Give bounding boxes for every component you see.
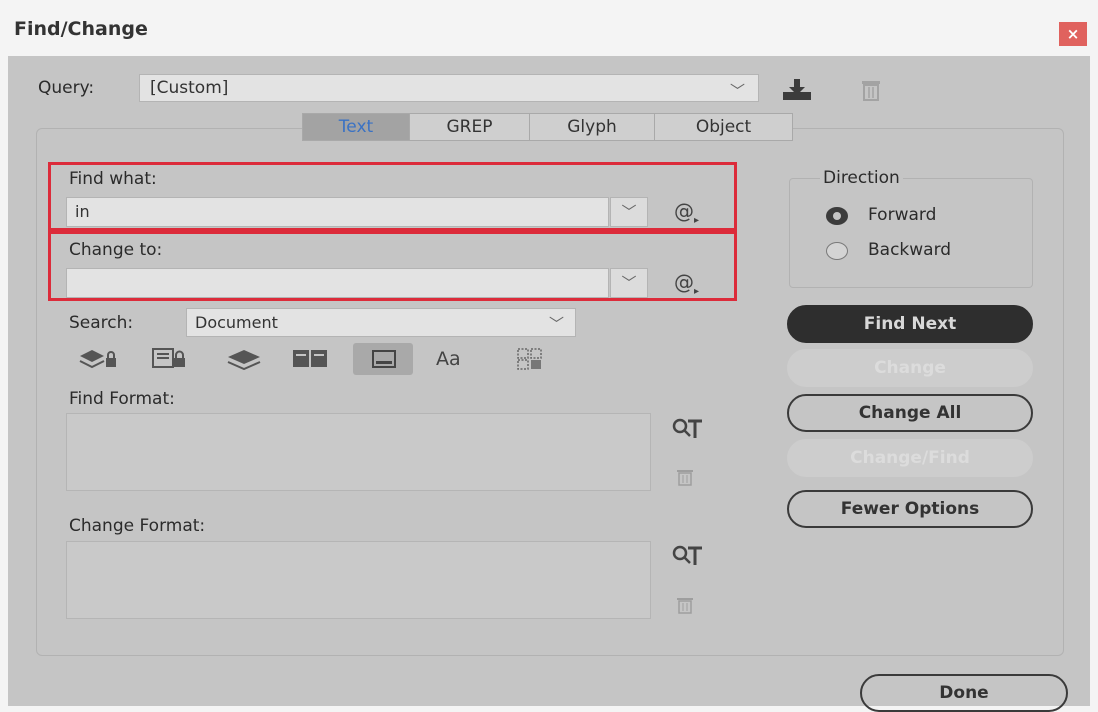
special-characters-change-icon[interactable]: @▸ xyxy=(674,270,699,297)
change-to-label: Change to: xyxy=(69,240,163,260)
clear-change-format-icon[interactable] xyxy=(676,596,694,618)
find-what-input[interactable]: in xyxy=(66,197,609,227)
find-format-box[interactable] xyxy=(66,413,651,491)
master-pages-icon[interactable] xyxy=(290,346,332,374)
backward-radio[interactable] xyxy=(826,242,848,260)
tab-bar: Text GREP Glyph Object xyxy=(302,113,793,141)
query-label: Query: xyxy=(38,78,95,98)
find-next-button[interactable]: Find Next xyxy=(787,305,1033,343)
chevron-down-icon: ﹀ xyxy=(730,82,746,100)
direction-group xyxy=(789,178,1033,288)
find-what-history-button[interactable]: ﹀ xyxy=(610,197,648,227)
locked-stories-icon[interactable] xyxy=(150,346,190,374)
forward-radio[interactable] xyxy=(826,207,848,225)
whole-word-icon[interactable] xyxy=(515,346,545,376)
clear-find-format-icon[interactable] xyxy=(676,468,694,490)
change-to-input[interactable] xyxy=(66,268,609,298)
specify-find-format-icon[interactable] xyxy=(670,416,706,444)
direction-label: Direction xyxy=(820,168,903,188)
specify-change-format-icon[interactable] xyxy=(670,543,706,571)
title-bar: Find/Change × xyxy=(0,0,1098,56)
query-value: [Custom] xyxy=(150,78,229,98)
find-format-label: Find Format: xyxy=(69,389,175,409)
close-button[interactable]: × xyxy=(1059,22,1087,46)
case-sensitive-icon[interactable]: Aa xyxy=(436,348,461,370)
special-characters-find-icon[interactable]: @▸ xyxy=(674,199,699,226)
change-format-box[interactable] xyxy=(66,541,651,619)
query-select[interactable]: [Custom] xyxy=(139,74,759,102)
tab-glyph[interactable]: Glyph xyxy=(529,113,655,141)
tab-text[interactable]: Text xyxy=(302,113,410,141)
dialog-title: Find/Change xyxy=(14,18,148,40)
fewer-options-button[interactable]: Fewer Options xyxy=(787,490,1033,528)
locked-layers-icon[interactable] xyxy=(78,348,120,374)
footnotes-icon[interactable] xyxy=(370,349,398,373)
tab-object[interactable]: Object xyxy=(654,113,793,141)
change-all-button[interactable]: Change All xyxy=(787,394,1033,432)
search-select[interactable]: Document xyxy=(186,308,576,337)
search-label: Search: xyxy=(69,313,134,333)
change-to-history-button[interactable]: ﹀ xyxy=(610,268,648,298)
tab-grep[interactable]: GREP xyxy=(409,113,530,141)
delete-query-icon[interactable] xyxy=(860,78,882,106)
change-button[interactable]: Change xyxy=(787,349,1033,387)
chevron-down-icon: ﹀ xyxy=(549,315,565,333)
forward-label[interactable]: Forward xyxy=(868,205,936,225)
change-format-label: Change Format: xyxy=(69,516,206,536)
backward-label[interactable]: Backward xyxy=(868,240,951,260)
change-find-button[interactable]: Change/Find xyxy=(787,439,1033,477)
search-value: Document xyxy=(195,313,278,332)
hidden-layers-icon[interactable] xyxy=(222,348,266,374)
done-button[interactable]: Done xyxy=(860,674,1068,712)
save-query-icon[interactable] xyxy=(780,76,814,106)
find-what-label: Find what: xyxy=(69,169,157,189)
find-what-value: in xyxy=(75,202,90,221)
